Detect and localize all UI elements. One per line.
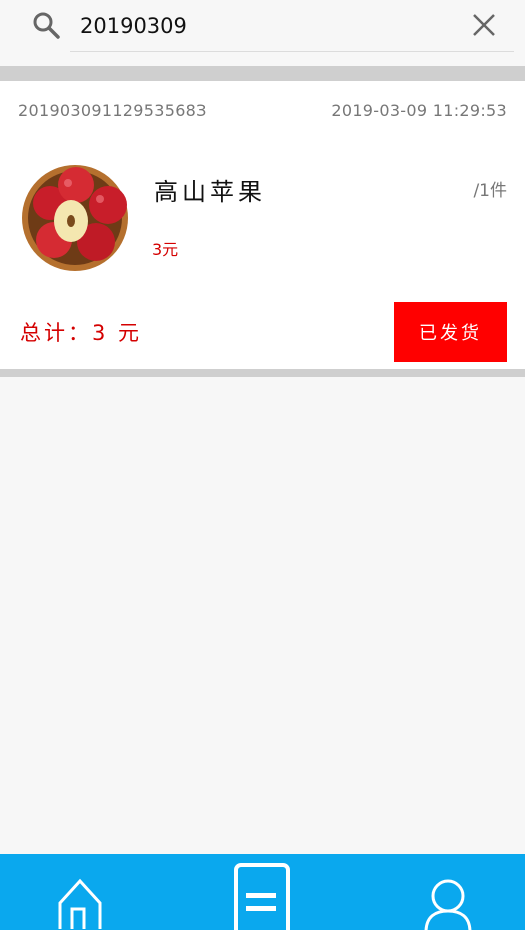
order-time: 2019-03-09 11:29:53 — [331, 101, 507, 120]
shipping-status-button[interactable]: 已发货 — [394, 302, 507, 362]
home-icon — [58, 878, 102, 929]
document-icon — [234, 863, 290, 930]
product-quantity: /1件 — [473, 181, 507, 201]
tab-orders[interactable] — [175, 854, 350, 930]
search-icon[interactable] — [31, 10, 61, 40]
section-divider — [0, 66, 525, 81]
product-price: 3元 — [152, 240, 179, 259]
product-image — [22, 165, 128, 271]
tab-profile[interactable] — [350, 854, 525, 930]
user-icon — [424, 879, 472, 930]
order-total: 总计：3 元 — [20, 321, 143, 345]
search-input[interactable] — [70, 0, 514, 52]
product-name: 高山苹果 — [154, 178, 266, 206]
search-bar — [0, 0, 525, 66]
bottom-tab-bar — [0, 854, 525, 930]
order-number: 20190309112953568З — [18, 101, 207, 120]
tab-home[interactable] — [0, 854, 175, 930]
order-card[interactable]: 20190309112953568З 2019-03-09 11:29:53 高… — [0, 81, 525, 369]
section-divider — [0, 369, 525, 377]
close-icon[interactable] — [470, 11, 498, 39]
